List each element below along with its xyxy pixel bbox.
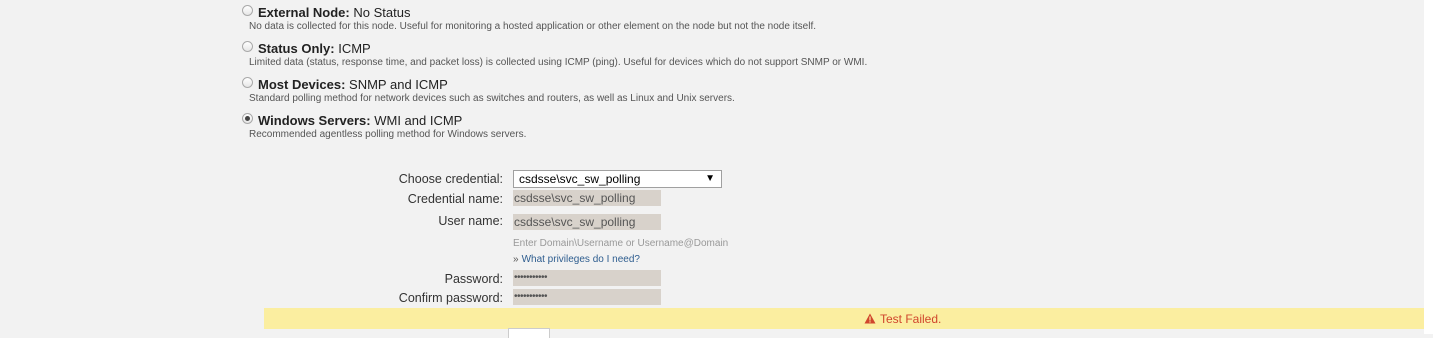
password-field[interactable]: •••••••••••: [513, 270, 661, 286]
test-result-alert: Test Failed.: [264, 308, 1424, 329]
user-name-label: User name:: [438, 214, 503, 228]
partial-input-box[interactable]: [508, 328, 550, 338]
user-name-hint: Enter Domain\Username or Username@Domain: [513, 238, 729, 249]
option-title-bold: Most Devices:: [258, 77, 346, 92]
dropdown-arrow-icon: ▼: [705, 173, 715, 184]
option-title: Status Only: ICMP: [258, 41, 371, 56]
option-description: Standard polling method for network devi…: [249, 93, 735, 104]
warning-triangle-icon: [864, 313, 876, 324]
option-title: Windows Servers: WMI and ICMP: [258, 113, 462, 128]
option-value: SNMP and ICMP: [349, 77, 448, 92]
option-title-bold: Windows Servers:: [258, 113, 371, 128]
credential-name-field[interactable]: csdsse\svc_sw_polling: [513, 190, 661, 206]
option-value: WMI and ICMP: [374, 113, 463, 128]
radio-windows-servers[interactable]: [242, 113, 253, 124]
alert-content: Test Failed.: [864, 312, 941, 326]
alert-text: Test Failed.: [880, 312, 942, 326]
option-title: Most Devices: SNMP and ICMP: [258, 77, 448, 92]
confirm-password-label: Confirm password:: [398, 291, 503, 305]
radio-most-devices[interactable]: [242, 77, 253, 88]
option-value: ICMP: [338, 41, 371, 56]
confirm-password-field[interactable]: •••••••••••: [513, 289, 661, 305]
option-value: No Status: [353, 5, 411, 20]
option-title-bold: Status Only:: [258, 41, 335, 56]
credential-select-value: csdsse\svc_sw_polling: [519, 172, 641, 186]
user-name-field[interactable]: csdsse\svc_sw_polling: [513, 214, 661, 230]
option-description: Limited data (status, response time, and…: [249, 57, 868, 68]
option-title-bold: External Node:: [258, 5, 350, 20]
privileges-link-text: What privileges do I need?: [521, 254, 640, 265]
password-label: Password:: [444, 272, 503, 286]
credential-select[interactable]: csdsse\svc_sw_polling ▼: [513, 170, 722, 188]
credential-name-label: Credential name:: [407, 192, 503, 206]
page-right-margin: [1424, 0, 1433, 334]
radio-external-node[interactable]: [242, 5, 253, 16]
option-description: Recommended agentless polling method for…: [249, 129, 527, 140]
link-arrow-icon: »: [513, 254, 519, 265]
privileges-help-link[interactable]: » What privileges do I need?: [513, 254, 640, 265]
radio-status-only[interactable]: [242, 41, 253, 52]
option-description: No data is collected for this node. Usef…: [249, 21, 817, 32]
option-title: External Node: No Status: [258, 5, 410, 20]
choose-credential-label: Choose credential:: [398, 172, 503, 186]
